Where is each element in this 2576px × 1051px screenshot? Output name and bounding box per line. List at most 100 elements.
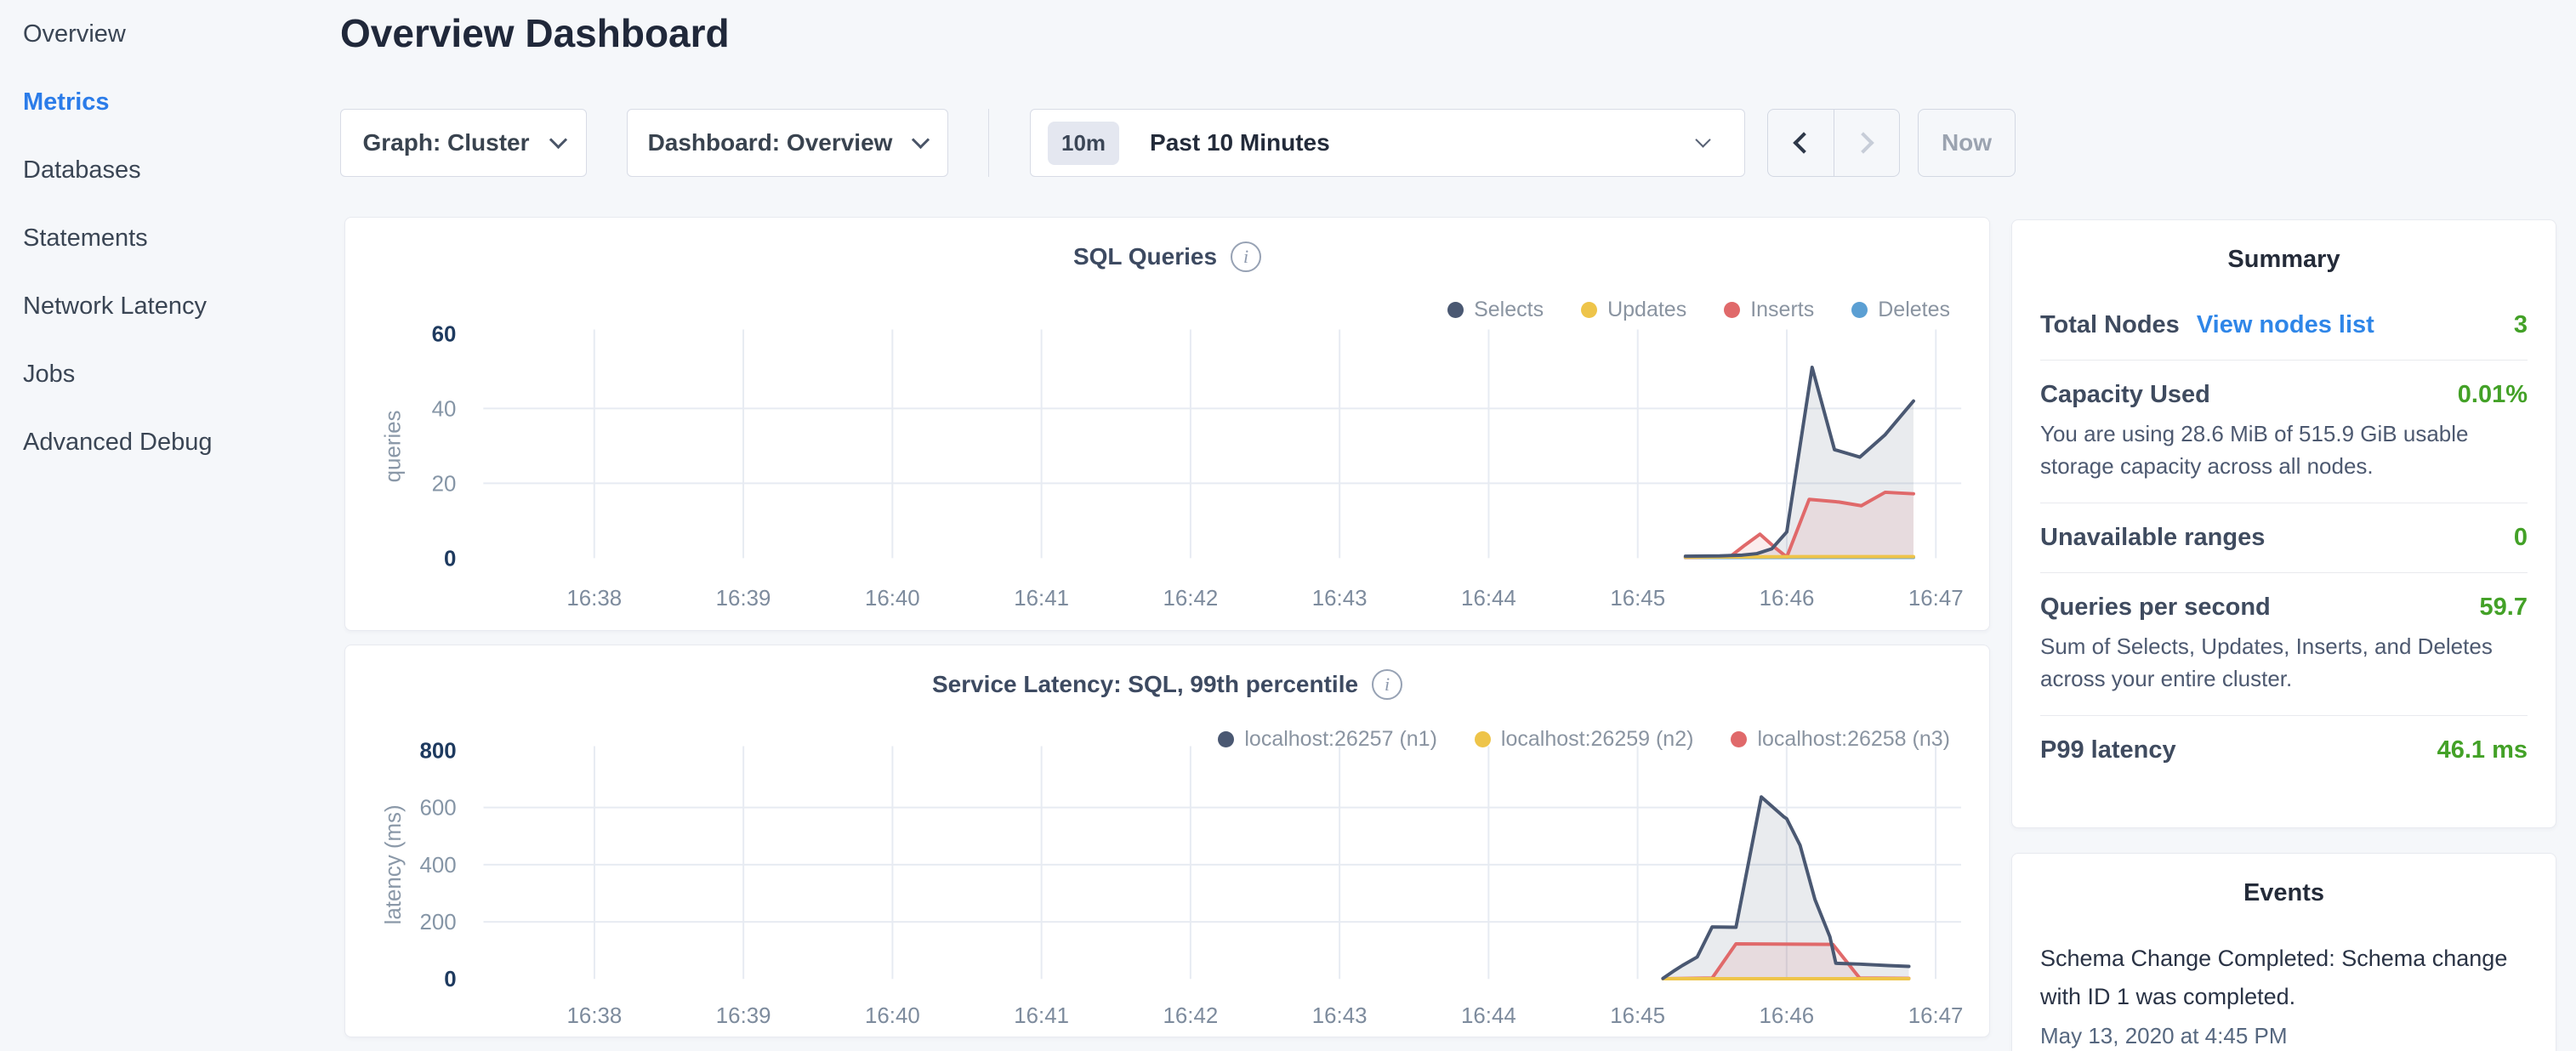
sql-queries-plot[interactable]: 16:3816:3916:4016:4116:4216:4316:4416:45… — [345, 218, 1989, 630]
svg-text:800: 800 — [419, 739, 456, 763]
svg-text:0: 0 — [444, 547, 456, 571]
svg-text:16:42: 16:42 — [1163, 587, 1219, 611]
summary-value: 3 — [2514, 311, 2528, 339]
svg-text:16:44: 16:44 — [1461, 1004, 1516, 1028]
chevron-left-icon — [1794, 132, 1815, 153]
legend-dot-icon — [1475, 731, 1491, 747]
legend-item: Inserts — [1724, 298, 1814, 322]
summary-row-total-nodes: Total Nodes View nodes list 3 — [2040, 311, 2528, 339]
time-range-badge: 10m — [1048, 122, 1119, 165]
event-timestamp: May 13, 2020 at 4:45 PM — [2040, 1023, 2528, 1049]
graph-scope-dropdown[interactable]: Graph: Cluster — [340, 109, 587, 177]
legend-dot-icon — [1724, 302, 1740, 318]
events-panel: Events Schema Change Completed: Schema c… — [2011, 853, 2556, 1051]
summary-row-unavailable-ranges: Unavailable ranges 0 — [2040, 524, 2528, 552]
summary-value: 0 — [2514, 524, 2528, 552]
time-range-label: Past 10 Minutes — [1150, 129, 1330, 156]
summary-label: P99 latency — [2040, 736, 2176, 764]
svg-text:16:39: 16:39 — [716, 1004, 771, 1028]
sidebar-item-overview[interactable]: Overview — [23, 0, 329, 68]
sidebar-item-advanced-debug[interactable]: Advanced Debug — [23, 408, 329, 476]
sidebar-nav: Overview Metrics Databases Statements Ne… — [23, 0, 329, 476]
divider — [2040, 360, 2528, 361]
legend-dot-icon — [1447, 302, 1464, 318]
svg-text:16:39: 16:39 — [716, 587, 771, 611]
svg-text:16:38: 16:38 — [567, 1004, 623, 1028]
sidebar-item-metrics[interactable]: Metrics — [23, 68, 329, 136]
summary-label: Total Nodes — [2040, 311, 2180, 339]
legend-item: Deletes — [1851, 298, 1950, 322]
svg-text:16:41: 16:41 — [1014, 1004, 1069, 1028]
legend-label: Inserts — [1750, 298, 1814, 322]
chevron-down-icon — [912, 130, 930, 148]
svg-text:16:41: 16:41 — [1014, 587, 1069, 611]
info-icon[interactable]: i — [1231, 241, 1261, 272]
legend-label: Selects — [1474, 298, 1544, 322]
svg-text:16:47: 16:47 — [1908, 1004, 1964, 1028]
legend-dot-icon — [1218, 731, 1234, 747]
svg-text:16:47: 16:47 — [1908, 587, 1964, 611]
legend-item: Updates — [1581, 298, 1686, 322]
summary-row-p99-latency: P99 latency 46.1 ms — [2040, 736, 2528, 764]
chart-legend: localhost:26257 (n1) localhost:26259 (n2)… — [1218, 727, 1950, 752]
service-latency-chart-card: Service Latency: SQL, 99th percentile i … — [344, 645, 1990, 1037]
svg-text:400: 400 — [419, 854, 456, 878]
svg-text:16:40: 16:40 — [865, 1004, 920, 1028]
time-range-dropdown[interactable]: 10m Past 10 Minutes — [1030, 109, 1745, 177]
time-pager — [1767, 109, 1900, 177]
sidebar-item-network-latency[interactable]: Network Latency — [23, 272, 329, 340]
sidebar-item-databases[interactable]: Databases — [23, 136, 329, 204]
svg-text:latency (ms): latency (ms) — [382, 804, 406, 924]
chevron-down-icon — [549, 130, 566, 148]
svg-text:16:42: 16:42 — [1163, 1004, 1218, 1028]
legend-label: localhost:26257 (n1) — [1244, 727, 1437, 752]
sql-queries-chart-card: SQL Queries i SelectsUpdatesInsertsDelet… — [344, 217, 1990, 631]
info-icon[interactable]: i — [1372, 669, 1402, 700]
legend-label: localhost:26258 (n3) — [1757, 727, 1950, 752]
sidebar-item-statements[interactable]: Statements — [23, 204, 329, 272]
now-button[interactable]: Now — [1918, 109, 2016, 177]
svg-text:16:45: 16:45 — [1610, 587, 1665, 611]
legend-label: Deletes — [1878, 298, 1950, 322]
view-nodes-list-link[interactable]: View nodes list — [2197, 311, 2374, 339]
sidebar-item-jobs[interactable]: Jobs — [23, 340, 329, 408]
summary-title: Summary — [2040, 246, 2528, 274]
summary-label: Capacity Used — [2040, 381, 2210, 409]
legend-label: Updates — [1607, 298, 1686, 322]
svg-text:20: 20 — [432, 472, 457, 496]
svg-text:0: 0 — [444, 968, 456, 991]
legend-item: localhost:26257 (n1) — [1218, 727, 1437, 752]
legend-label: localhost:26259 (n2) — [1501, 727, 1694, 752]
event-list-item[interactable]: Schema Change Completed: Schema change w… — [2040, 940, 2528, 1049]
divider — [2040, 572, 2528, 573]
chevron-right-icon — [1852, 132, 1874, 153]
legend-item: localhost:26258 (n3) — [1731, 727, 1950, 752]
svg-text:60: 60 — [432, 322, 457, 346]
time-forward-button[interactable] — [1834, 110, 1900, 176]
svg-text:40: 40 — [432, 397, 457, 421]
summary-row-qps: Queries per second 59.7 — [2040, 594, 2528, 622]
svg-text:queries: queries — [382, 410, 406, 482]
svg-text:16:43: 16:43 — [1312, 1004, 1368, 1028]
svg-text:200: 200 — [419, 911, 456, 935]
legend-dot-icon — [1581, 302, 1597, 318]
chevron-down-icon — [1695, 132, 1710, 147]
dashboard-dropdown[interactable]: Dashboard: Overview — [627, 109, 948, 177]
service-latency-plot[interactable]: 16:3816:3916:4016:4116:4216:4316:4416:45… — [345, 645, 1989, 1037]
summary-value: 0.01% — [2458, 381, 2528, 409]
legend-item: localhost:26259 (n2) — [1475, 727, 1694, 752]
summary-panel: Summary Total Nodes View nodes list 3 Ca… — [2011, 219, 2556, 828]
summary-label: Unavailable ranges — [2040, 524, 2265, 552]
summary-row-capacity: Capacity Used 0.01% — [2040, 381, 2528, 409]
summary-description: You are using 28.6 MiB of 515.9 GiB usab… — [2040, 418, 2528, 482]
svg-text:16:46: 16:46 — [1760, 587, 1815, 611]
graph-scope-label: Graph: Cluster — [362, 129, 529, 156]
dashboard-label: Dashboard: Overview — [648, 129, 893, 156]
chart-legend: Selects Updates Inserts Deletes — [1447, 298, 1950, 322]
page-title: Overview Dashboard — [340, 10, 730, 56]
time-back-button[interactable] — [1768, 110, 1834, 176]
divider — [2040, 715, 2528, 716]
svg-text:16:38: 16:38 — [566, 587, 622, 611]
app: Overview Metrics Databases Statements Ne… — [0, 0, 2576, 1051]
legend-dot-icon — [1731, 731, 1747, 747]
